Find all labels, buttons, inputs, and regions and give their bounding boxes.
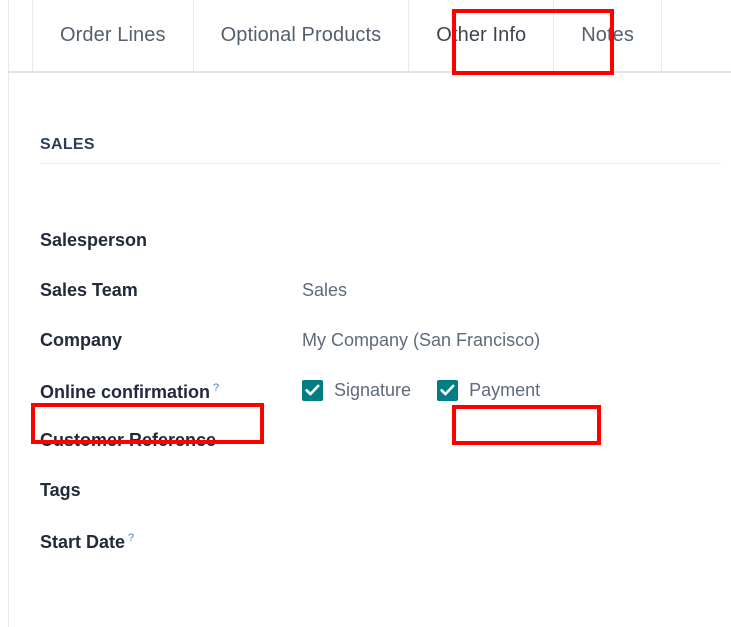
section-divider [40,163,721,164]
section-title: SALES [40,136,95,153]
field-label-online-confirmation: Online confirmation? [40,377,302,403]
field-label-sales-team-text: Sales Team [40,280,138,300]
field-label-online-confirmation-text: Online confirmation [40,382,211,402]
field-label-start-date: Start Date? [40,527,302,553]
form-body: SALES Salesperson Sales Team Sales Compa… [9,73,731,627]
field-rows: Salesperson Sales Team Sales Company My … [40,215,721,565]
field-label-tags-text: Tags [40,480,81,500]
tab-notes[interactable]: Notes [553,0,662,71]
field-row-online-confirmation: Online confirmation? Signature Payment [40,365,721,415]
field-label-customer-reference-text: Customer Reference [40,430,217,450]
help-icon-online-confirmation[interactable]: ? [213,382,219,394]
field-row-sales-team: Sales Team Sales [40,265,721,315]
tab-order-lines[interactable]: Order Lines [32,0,193,71]
field-label-company: Company [40,329,302,351]
checkbox-signature[interactable] [302,379,323,401]
sales-section-header: SALES [40,135,721,164]
tab-notes-label: Notes [581,24,634,46]
tab-other-info[interactable]: Other Info [408,0,554,71]
field-row-tags: Tags [40,465,721,515]
field-row-customer-reference: Customer Reference [40,415,721,465]
tab-list: Order Lines Optional Products Other Info… [32,0,662,71]
field-value-company[interactable]: My Company (San Francisco) [302,329,540,351]
tab-order-lines-label: Order Lines [60,24,166,46]
field-label-salesperson: Salesperson [40,229,302,251]
checkbox-label-signature: Signature [334,380,412,400]
check-icon [440,384,455,395]
field-row-company: Company My Company (San Francisco) [40,315,721,365]
notebook-tab-strip: Order Lines Optional Products Other Info… [8,0,731,73]
tab-other-info-label: Other Info [436,24,527,46]
checkbox-item-signature[interactable]: Signature [302,379,411,401]
field-label-tags: Tags [40,479,302,501]
field-row-start-date: Start Date? [40,515,721,565]
field-label-customer-reference: Customer Reference [40,429,302,451]
field-label-company-text: Company [40,330,123,350]
checkbox-item-payment[interactable]: Payment [437,379,540,401]
field-label-salesperson-text: Salesperson [40,230,148,250]
tab-optional-products-label: Optional Products [220,24,382,46]
checkbox-label-payment: Payment [469,380,541,400]
field-label-sales-team: Sales Team [40,279,302,301]
checkbox-payment[interactable] [437,379,459,401]
field-value-sales-team[interactable]: Sales [302,279,347,301]
tab-optional-products[interactable]: Optional Products [192,0,409,71]
help-icon-start-date[interactable]: ? [128,532,134,544]
other-info-form-view: Order Lines Optional Products Other Info… [0,0,731,627]
check-icon [305,384,320,395]
field-row-salesperson: Salesperson [40,215,721,265]
field-label-start-date-text: Start Date [40,532,126,552]
online-confirmation-checkbox-group: Signature Payment [302,379,540,401]
